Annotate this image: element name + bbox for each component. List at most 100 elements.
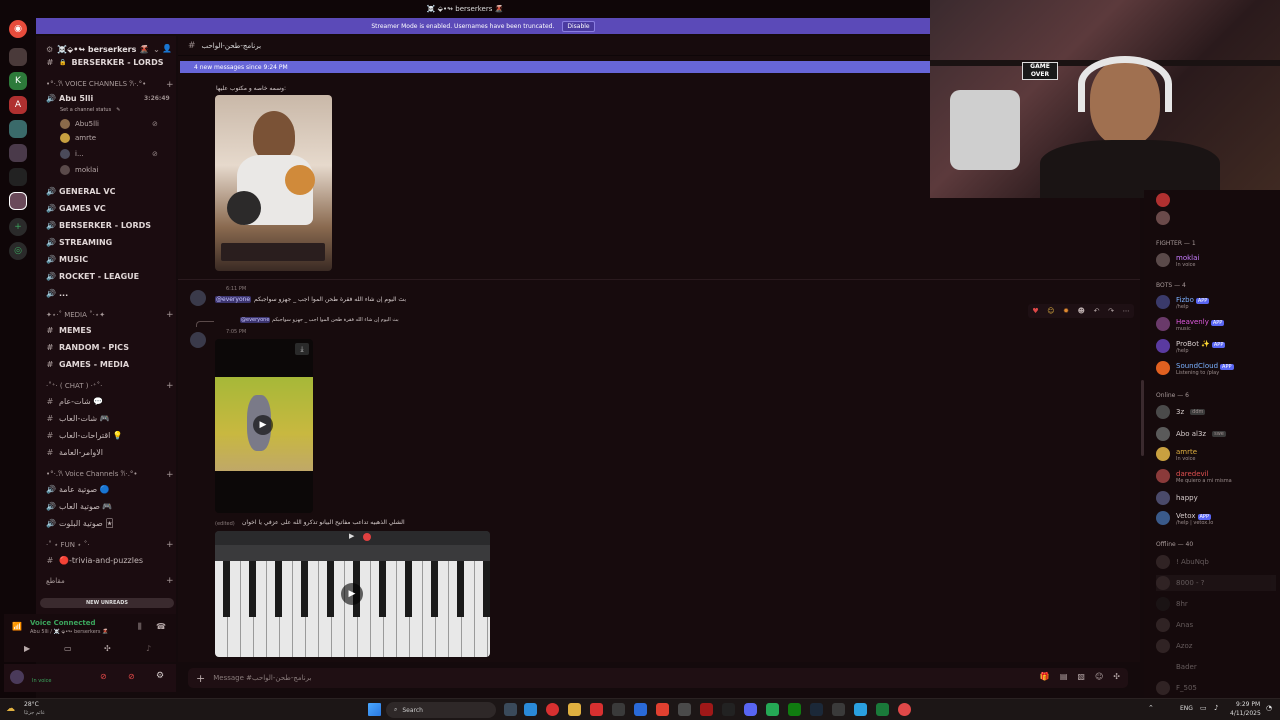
mention-everyone[interactable]: @everyone [215,296,252,303]
member-item[interactable]: 8000 - ? [1156,575,1276,591]
task-view-icon[interactable] [504,703,517,716]
server-icon[interactable] [9,144,27,162]
voice-connected-label[interactable]: Voice Connected [30,619,96,627]
plus-icon[interactable]: + [166,470,174,480]
reply-mention[interactable]: @everyone [240,317,271,323]
telegram-icon[interactable] [854,703,867,716]
text-channel[interactable]: # RANDOM - PICS [46,341,129,354]
member-item[interactable]: Anas [1156,617,1193,633]
whatsapp-icon[interactable] [766,703,779,716]
plus-icon[interactable]: + [166,381,174,391]
member-item[interactable]: 8hr [1156,596,1188,612]
voice-channel[interactable]: 🔊 MUSIC [46,253,88,266]
add-member-icon[interactable]: 👤 [162,44,172,53]
member-item[interactable]: ProBot ✨ APP/help [1156,338,1226,354]
settings-icon[interactable]: ⚙ [156,671,164,681]
member-item[interactable]: Abo al3z swe [1156,426,1226,442]
server-icon[interactable]: K [9,72,27,90]
brave-icon[interactable] [656,703,669,716]
member-item[interactable]: Azoz [1156,638,1192,654]
app-icon[interactable] [832,703,845,716]
message-input[interactable]: Message #برنامج-طحن-الواحب [213,674,311,682]
attachment-image[interactable] [215,95,332,271]
app-icon[interactable] [898,703,911,716]
plus-icon[interactable]: + [166,576,174,586]
text-channel[interactable]: # شات-العاب 🎮 [46,412,110,425]
add-reaction-icon[interactable]: ☻ [1078,307,1085,315]
text-channel[interactable]: # اقتراحات-العاب 💡 [46,429,123,442]
text-channel[interactable]: # MEMES [46,324,92,337]
voice-channel[interactable]: 🔊 ROCKET - LEAGUE [46,270,139,283]
play-icon[interactable]: ▶ [253,415,273,435]
app-icon[interactable] [876,703,889,716]
member-item[interactable]: Heavenly APP music [1156,316,1225,332]
member-item[interactable]: Bader [1156,659,1197,675]
app-icon[interactable] [678,703,691,716]
voice-channel[interactable]: 🔊 STREAMING [46,236,112,249]
category-media[interactable]: ✦⋆·˚ MEDIA ˚·⋆✦ + [46,310,174,320]
member-item[interactable]: Fizbo APP/help [1156,294,1210,310]
add-server-icon[interactable]: + [9,218,27,236]
taskbar-search[interactable]: ⌕ Search [386,702,496,718]
voice-user[interactable]: Abu5lli ⊘ [60,118,158,130]
voice-channel[interactable]: 🔊... [46,287,68,300]
category-clips[interactable]: مقاطع + [46,576,174,586]
voice-location[interactable]: Abu 5lli / ☠️ ⬙•↬ berserkers 🌋 [30,629,108,635]
text-channel[interactable]: # الاوامر-العامة [46,446,103,459]
forward-icon[interactable]: ↷ [1108,307,1114,315]
more-icon[interactable]: ⋯ [1123,307,1130,315]
emoji-icon[interactable]: ☺ [1095,672,1103,681]
windows-start-icon[interactable] [368,703,381,716]
server-icon[interactable] [9,120,27,138]
avatar[interactable] [190,290,206,306]
server-header[interactable]: ⚙ ☠️⬙•↬ berserkers 🌋 ⌄ [46,42,176,56]
member-item[interactable]: F_505 [1156,680,1197,696]
camera-icon[interactable]: ▶ [24,644,30,653]
server-icon[interactable]: A [9,96,27,114]
fire-reaction-icon[interactable]: ✹ [1063,307,1069,315]
youtube-icon[interactable] [590,703,603,716]
screen-share-icon[interactable]: ▭ [64,644,72,653]
set-channel-status[interactable]: Set a channel status ✎ [60,104,120,116]
gif-icon[interactable]: ▤ [1060,672,1068,681]
clock-time[interactable]: 9:29 PM [1236,701,1260,708]
voice-channel[interactable]: 🔊 GAMES VC [46,202,106,215]
chrome-icon[interactable] [546,703,559,716]
avatar[interactable] [190,332,206,348]
gift-icon[interactable]: 🎁 [1040,672,1050,681]
apps-icon[interactable]: ✣ [1113,672,1120,681]
discord-home-icon[interactable]: ◉ [9,20,27,38]
member-item[interactable]: daredevil Me quiero a mi misma [1156,468,1232,484]
member-item[interactable]: 3z ddm [1156,404,1206,420]
video-attachment[interactable]: ▶ ▶ [215,531,490,657]
category-voice-2[interactable]: •°·.𐙚 Voice Channels 𐙚·.°• + [46,470,174,480]
text-channel[interactable]: # GAMES - MEDIA [46,358,129,371]
mic-muted-icon[interactable]: ⊘ [100,672,107,681]
steam-icon[interactable] [810,703,823,716]
voice-user[interactable]: moklai [60,164,98,176]
heart-reaction-icon[interactable]: ♥ [1032,307,1038,315]
new-unreads-pill[interactable]: NEW UNREADS [40,598,174,608]
app-icon[interactable] [722,703,735,716]
voice-channel[interactable]: 🔊 صوتية البلوت 🃏 [46,517,114,530]
noise-suppression-icon[interactable]: ⫼ [138,622,142,632]
disable-streamer-mode-button[interactable]: Disable [562,20,595,32]
activities-icon[interactable]: ✣ [104,644,111,653]
edge-icon[interactable] [524,703,537,716]
play-icon[interactable]: ▶ [341,583,363,605]
clock-date[interactable]: 4/11/2025 [1230,710,1261,717]
deafen-icon[interactable]: ⊘ [128,672,135,681]
plus-icon[interactable]: + [166,310,174,320]
text-channel[interactable]: # شات-عام 💬 [46,395,104,408]
sticker-icon[interactable]: ▧ [1077,672,1085,681]
notification-icon[interactable]: ◔ [1266,704,1272,712]
voice-channel[interactable]: 🔊 BERSERKER - LORDS [46,219,151,232]
member-item[interactable]: happy [1156,490,1198,506]
member-item[interactable] [1156,210,1170,226]
download-icon[interactable]: ⤓ [295,343,309,355]
tray-chevron-icon[interactable]: ⌃ [1148,704,1154,712]
voice-channel[interactable]: 🔊 GENERAL VC [46,185,116,198]
member-item[interactable]: ! AbuNqb [1156,554,1209,570]
folder-icon[interactable] [568,703,581,716]
app-icon[interactable] [700,703,713,716]
